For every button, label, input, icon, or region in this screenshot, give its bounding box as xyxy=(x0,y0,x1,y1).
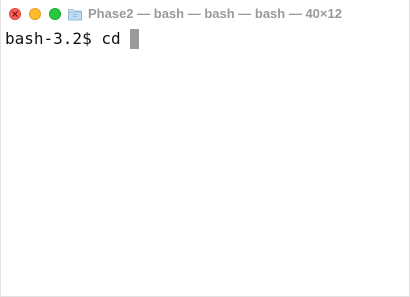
text-cursor xyxy=(130,29,140,49)
zoom-button[interactable] xyxy=(49,8,61,20)
prompt-line: bash-3.2$ cd xyxy=(5,28,140,50)
minimize-button[interactable] xyxy=(29,8,41,20)
terminal-content[interactable]: bash-3.2$ cd xyxy=(1,28,409,296)
close-icon xyxy=(12,11,18,17)
close-button[interactable] xyxy=(9,8,21,20)
command-text: cd xyxy=(101,29,131,48)
title-bar[interactable]: Phase2 — bash — bash — bash — 40×12 xyxy=(1,0,409,28)
folder-icon xyxy=(68,9,82,21)
window-title: Phase2 — bash — bash — bash — 40×12 xyxy=(88,6,342,21)
terminal-window: Phase2 — bash — bash — bash — 40×12 bash… xyxy=(0,0,410,297)
shell-prompt: bash-3.2$ xyxy=(5,29,102,48)
